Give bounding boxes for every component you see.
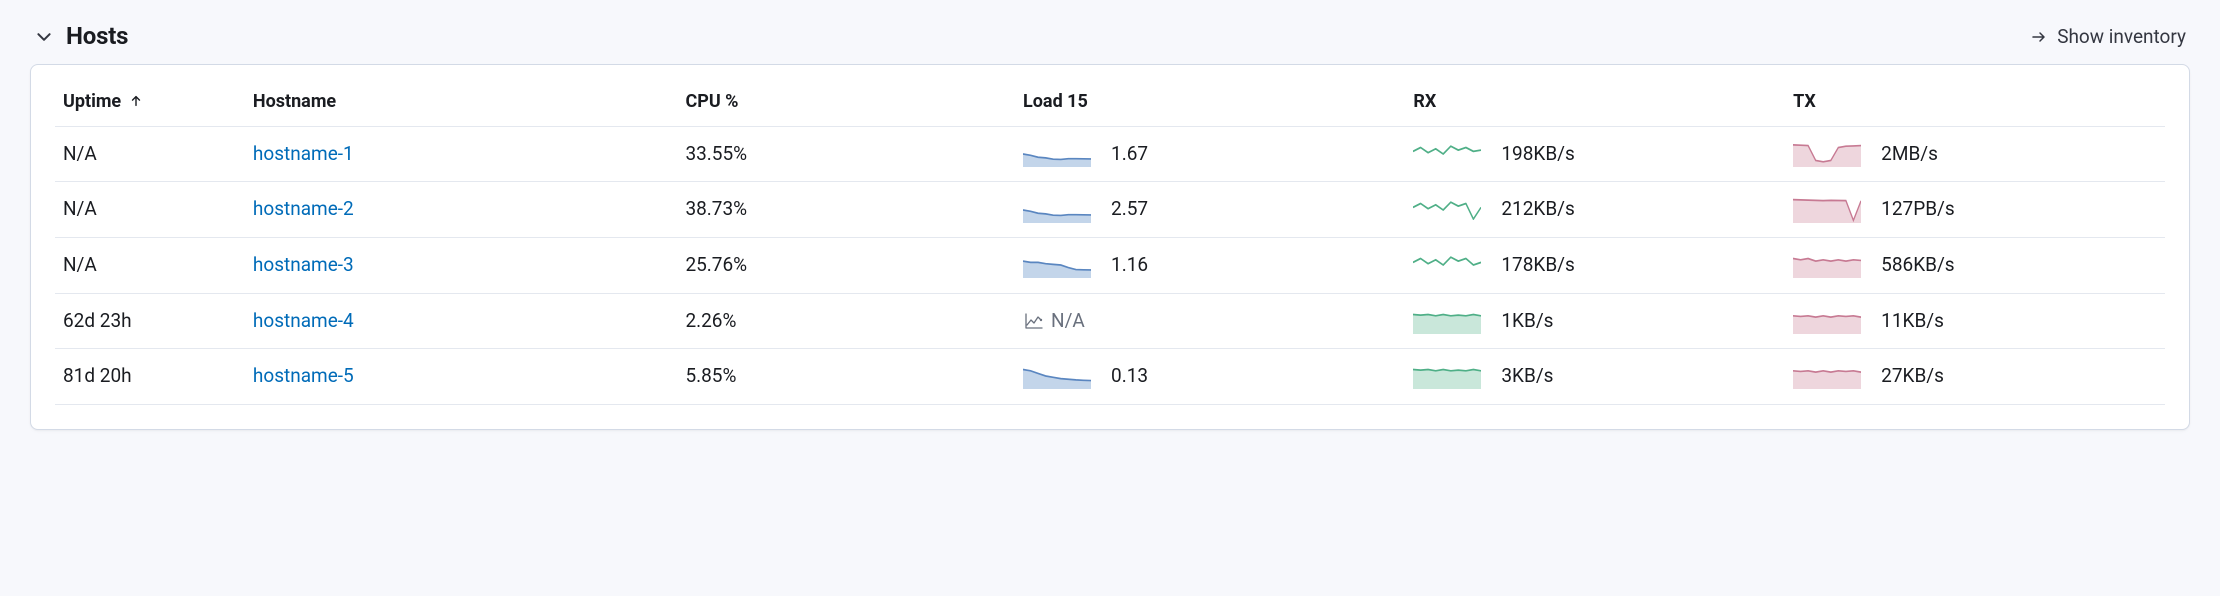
rx-value: 3KB/s — [1501, 363, 1553, 390]
tx-value: 586KB/s — [1881, 252, 1954, 279]
uptime-cell: N/A — [55, 237, 245, 293]
show-inventory-link[interactable]: Show inventory — [2031, 24, 2186, 51]
arrow-right-icon — [2031, 29, 2047, 45]
panel-title: Hosts — [66, 20, 128, 54]
tx-cell: 2MB/s — [1793, 141, 2157, 168]
hostname-link[interactable]: hostname-5 — [253, 364, 354, 387]
tx-value: 11KB/s — [1881, 308, 1944, 335]
col-header-hostname[interactable]: Hostname — [245, 79, 678, 127]
table-row: N/A hostname-2 38.73% 2.57 212KB/s 127PB/s — [55, 182, 2165, 238]
load-value: 2.57 — [1111, 196, 1148, 223]
sort-ascending-icon — [129, 94, 143, 108]
col-header-cpu[interactable]: CPU % — [677, 79, 1015, 127]
show-inventory-label: Show inventory — [2057, 24, 2186, 51]
tx-sparkline — [1793, 141, 1861, 167]
tx-cell: 586KB/s — [1793, 252, 2157, 279]
rx-cell: 212KB/s — [1413, 196, 1777, 223]
rx-sparkline — [1413, 197, 1481, 223]
col-header-tx[interactable]: TX — [1785, 79, 2165, 127]
tx-sparkline — [1793, 363, 1861, 389]
load-sparkline — [1023, 252, 1091, 278]
load-sparkline — [1023, 363, 1091, 389]
cpu-cell: 38.73% — [677, 182, 1015, 238]
cpu-cell: 33.55% — [677, 126, 1015, 182]
load-sparkline — [1023, 141, 1091, 167]
load-cell: 2.57 — [1023, 196, 1397, 223]
uptime-cell: 81d 20h — [55, 349, 245, 405]
table-row: 81d 20h hostname-5 5.85% 0.13 3KB/s 27KB/s — [55, 349, 2165, 405]
hostname-link[interactable]: hostname-4 — [253, 309, 354, 332]
rx-sparkline — [1413, 252, 1481, 278]
tx-value: 27KB/s — [1881, 363, 1944, 390]
cpu-cell: 5.85% — [677, 349, 1015, 405]
tx-cell: 27KB/s — [1793, 363, 2157, 390]
rx-value: 198KB/s — [1501, 141, 1574, 168]
rx-cell: 1KB/s — [1413, 308, 1777, 335]
load-sparkline — [1023, 197, 1091, 223]
table-row: N/A hostname-1 33.55% 1.67 198KB/s 2MB/s — [55, 126, 2165, 182]
load-value: 1.16 — [1111, 252, 1148, 279]
hostname-link[interactable]: hostname-3 — [253, 253, 354, 276]
tx-sparkline — [1793, 308, 1861, 334]
chevron-down-icon — [35, 28, 53, 46]
table-row: 62d 23h hostname-4 2.26% N/A 1KB/s 11KB/s — [55, 293, 2165, 349]
tx-sparkline — [1793, 252, 1861, 278]
col-header-rx[interactable]: RX — [1405, 79, 1785, 127]
cpu-cell: 25.76% — [677, 237, 1015, 293]
uptime-cell: N/A — [55, 182, 245, 238]
hostname-link[interactable]: hostname-2 — [253, 197, 354, 220]
hosts-table: Uptime Hostname CPU % Load 15 RX TX N/A h… — [55, 79, 2165, 405]
panel-header: Hosts Show inventory — [30, 20, 2190, 54]
load-cell: 1.16 — [1023, 252, 1397, 279]
tx-cell: 127PB/s — [1793, 196, 2157, 223]
tx-value: 127PB/s — [1881, 196, 1955, 223]
table-row: N/A hostname-3 25.76% 1.16 178KB/s 586KB/s — [55, 237, 2165, 293]
rx-cell: 198KB/s — [1413, 141, 1777, 168]
rx-sparkline — [1413, 363, 1481, 389]
rx-value: 212KB/s — [1501, 196, 1574, 223]
rx-value: 178KB/s — [1501, 252, 1574, 279]
tx-value: 2MB/s — [1881, 141, 1938, 168]
col-header-load[interactable]: Load 15 — [1015, 79, 1405, 127]
load-na: N/A — [1023, 308, 1397, 335]
uptime-cell: 62d 23h — [55, 293, 245, 349]
rx-sparkline — [1413, 141, 1481, 167]
col-header-uptime[interactable]: Uptime — [55, 79, 245, 127]
cpu-cell: 2.26% — [677, 293, 1015, 349]
uptime-cell: N/A — [55, 126, 245, 182]
load-value: 0.13 — [1111, 363, 1148, 390]
rx-value: 1KB/s — [1501, 308, 1553, 335]
tx-sparkline — [1793, 197, 1861, 223]
rx-sparkline — [1413, 308, 1481, 334]
hostname-link[interactable]: hostname-1 — [253, 142, 354, 165]
load-cell: 1.67 — [1023, 141, 1397, 168]
hosts-card: Uptime Hostname CPU % Load 15 RX TX N/A h… — [30, 64, 2190, 430]
load-value: 1.67 — [1111, 141, 1148, 168]
tx-cell: 11KB/s — [1793, 308, 2157, 335]
rx-cell: 178KB/s — [1413, 252, 1777, 279]
rx-cell: 3KB/s — [1413, 363, 1777, 390]
collapse-toggle[interactable] — [34, 27, 54, 47]
load-cell: 0.13 — [1023, 363, 1397, 390]
